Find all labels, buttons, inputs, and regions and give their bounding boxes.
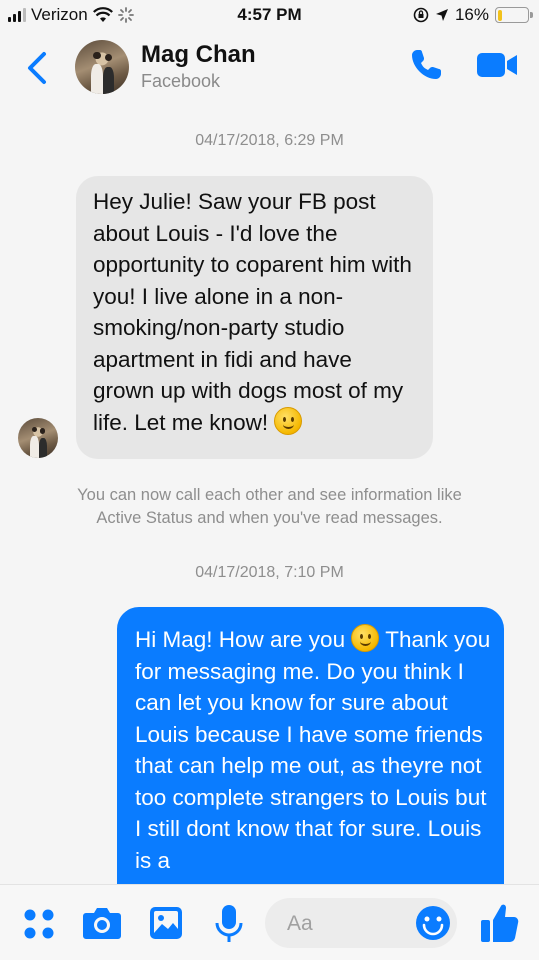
message-timestamp: 04/17/2018, 6:29 PM: [195, 132, 344, 149]
video-camera-icon[interactable]: [476, 50, 518, 80]
sender-avatar[interactable]: [18, 418, 58, 458]
message-composer: Aa: [0, 884, 539, 960]
slightly-smiling-emoji-icon: [274, 406, 303, 435]
contact-avatar[interactable]: [75, 40, 129, 94]
battery-icon: [495, 7, 533, 23]
system-notice-line: Active Status and when you've read messa…: [96, 509, 443, 527]
more-dots-icon[interactable]: [22, 907, 56, 941]
message-input-placeholder: Aa: [287, 912, 313, 935]
thumbs-up-icon[interactable]: [479, 902, 519, 944]
location-arrow-icon: [435, 9, 448, 21]
contact-name[interactable]: Mag Chan: [141, 41, 256, 69]
incoming-message-bubble[interactable]: Hey Julie! Saw your FB post about Louis …: [76, 176, 433, 459]
phone-icon[interactable]: [408, 47, 444, 83]
outgoing-message-text: Hi Mag! How are you: [135, 627, 346, 652]
battery-percent: 16%: [454, 5, 489, 24]
incoming-message-text: Hey Julie! Saw your FB post about Louis …: [93, 189, 412, 435]
status-bar: Verizon 4:57 PM 16%: [0, 0, 539, 30]
conversation-header: Mag Chan Facebook: [0, 30, 539, 108]
slightly-smiling-emoji-icon: [351, 624, 380, 652]
message-input[interactable]: Aa: [265, 898, 457, 948]
microphone-icon[interactable]: [214, 903, 244, 945]
system-notice: You can now call each other and see info…: [0, 484, 539, 530]
outgoing-message-text-continued: Thank you for messaging me. Do you think…: [135, 627, 491, 873]
system-notice-line: You can now call each other and see info…: [77, 486, 462, 504]
camera-icon[interactable]: [82, 906, 122, 940]
contact-subtitle: Facebook: [141, 71, 221, 91]
emoji-icon[interactable]: [415, 905, 451, 941]
gallery-icon[interactable]: [148, 905, 184, 941]
orientation-lock-icon: [413, 7, 429, 23]
message-timestamp: 04/17/2018, 7:10 PM: [195, 564, 344, 581]
outgoing-message-bubble[interactable]: Hi Mag! How are you Thank you for messag…: [117, 607, 504, 907]
back-chevron-icon[interactable]: [22, 48, 50, 88]
